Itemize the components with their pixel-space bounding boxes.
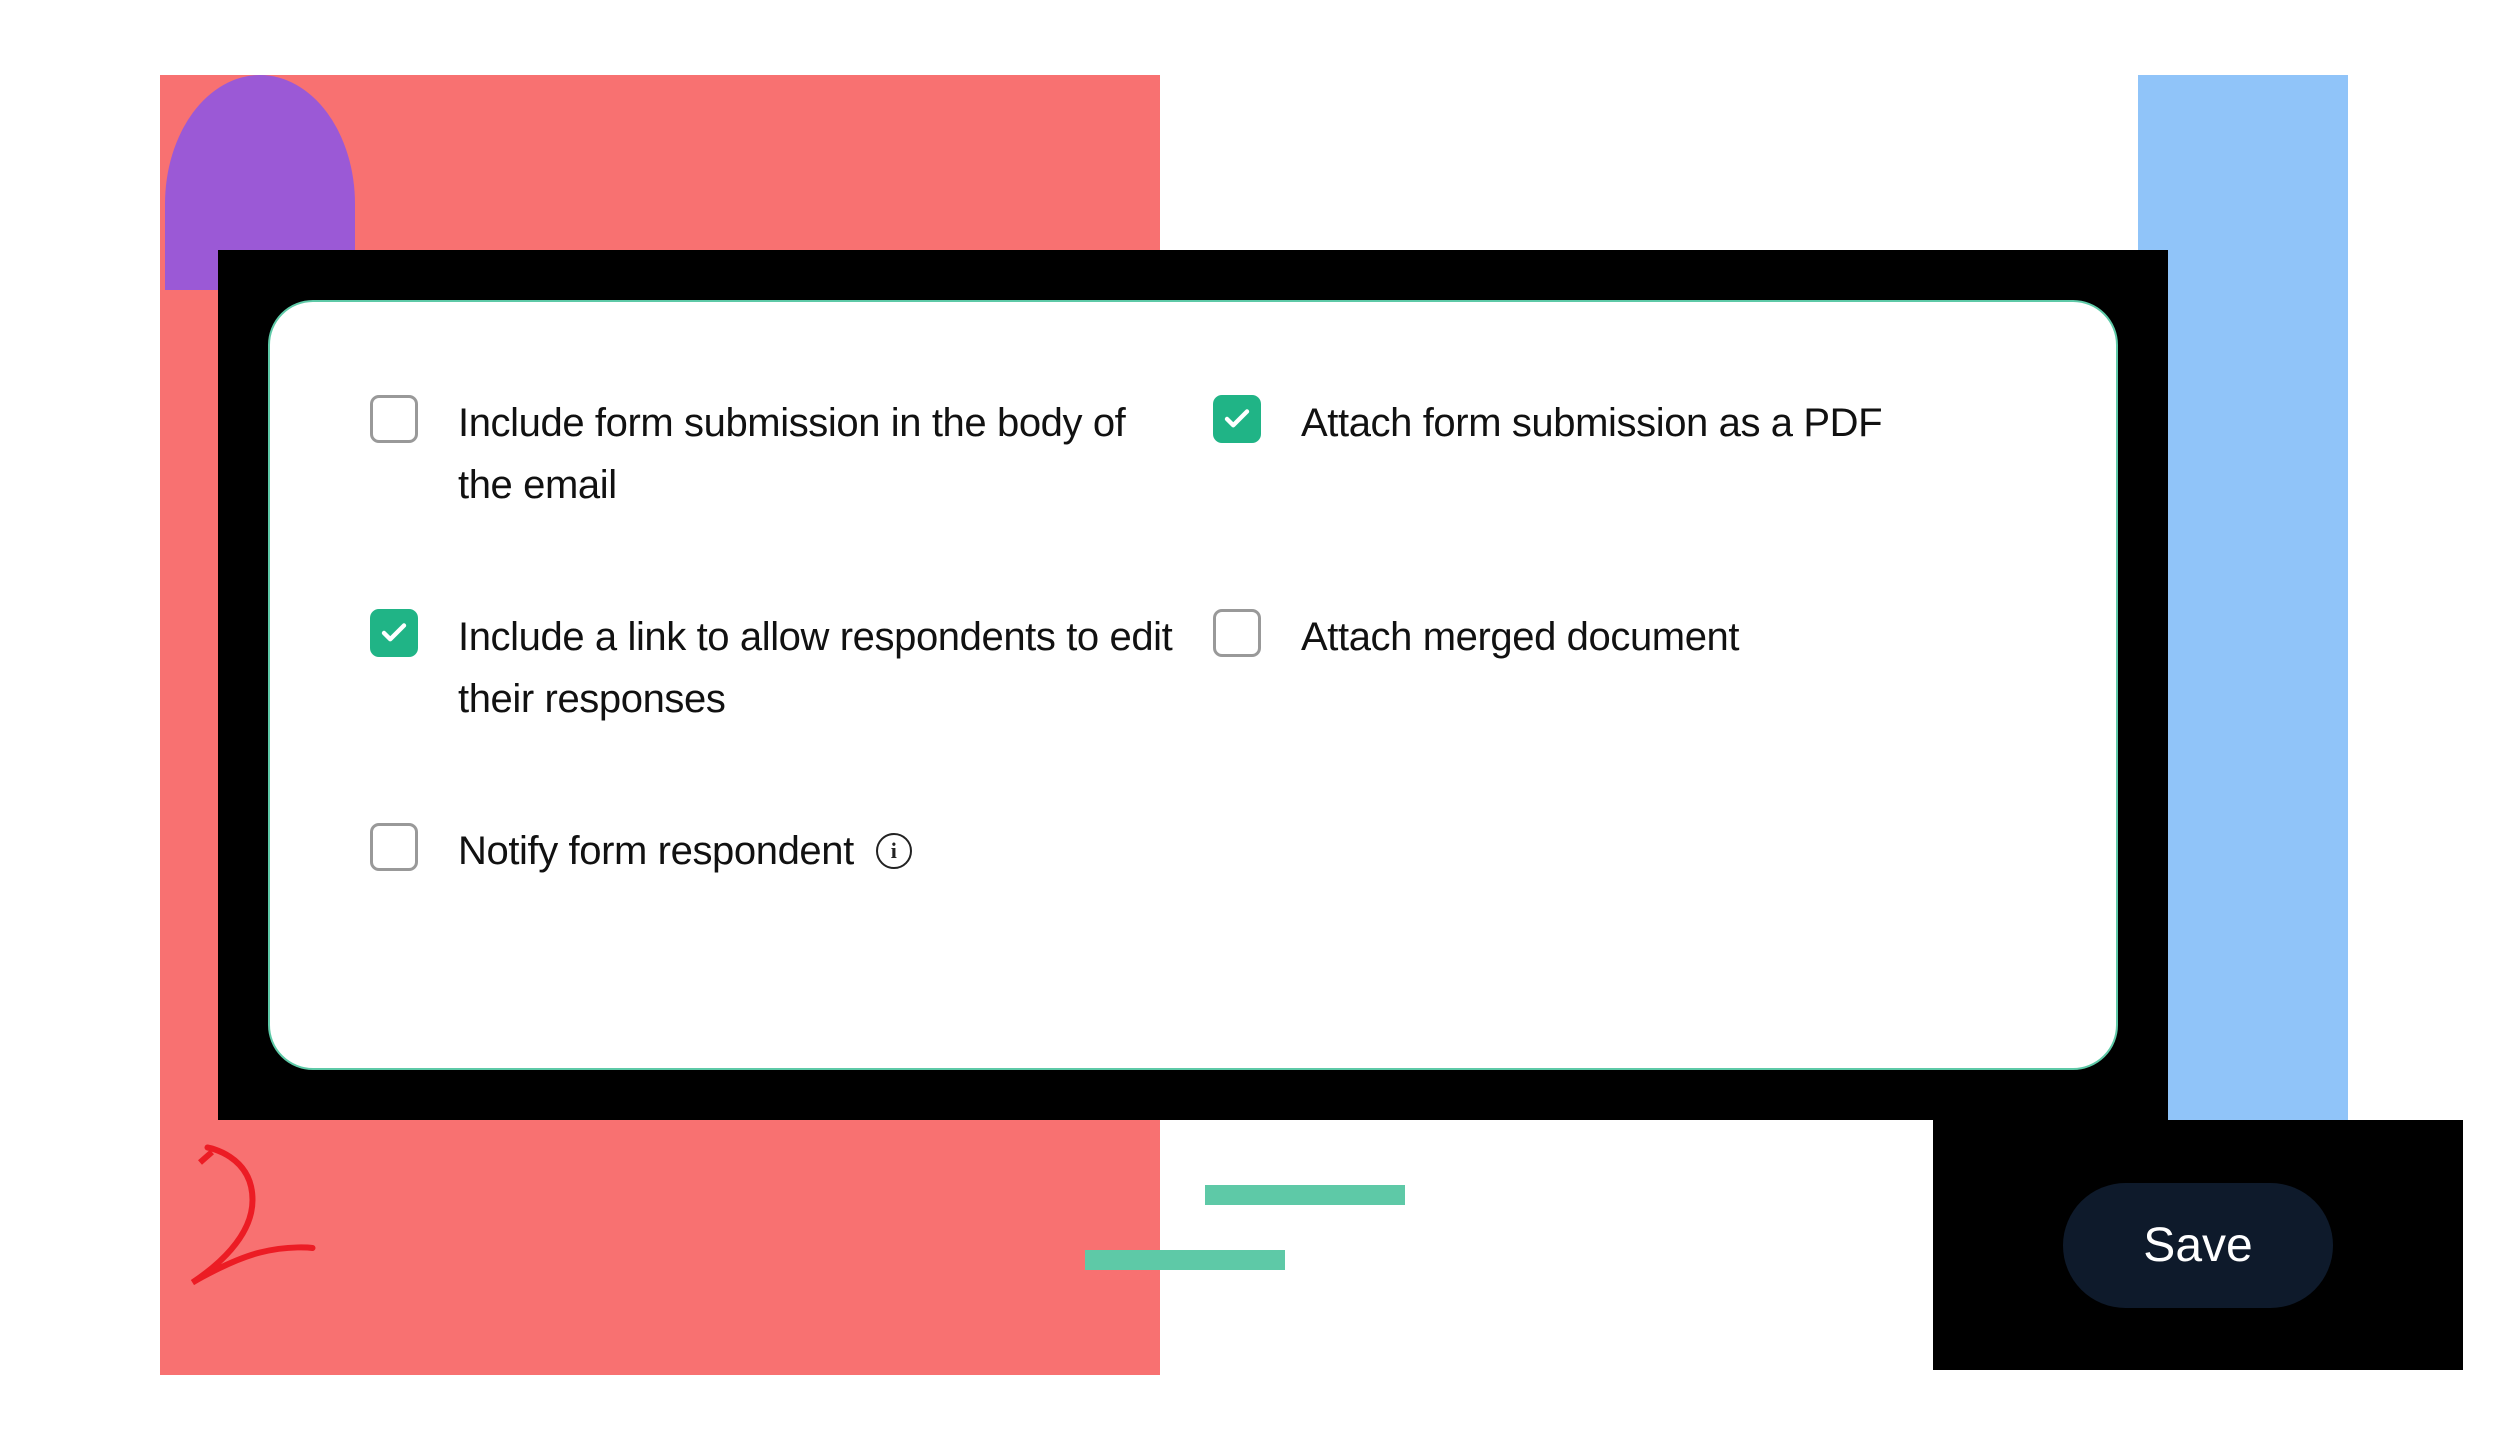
options-grid: Include form submission in the body of t… [370, 392, 2016, 882]
save-footer-frame: Save [1933, 1120, 2463, 1370]
settings-panel-frame: Include form submission in the body of t… [218, 250, 2168, 1120]
checkbox-notify-respondent[interactable] [370, 823, 418, 871]
label-include-edit-link: Include a link to allow respondents to e… [458, 606, 1173, 730]
decorative-teal-bar [1205, 1185, 1405, 1205]
decorative-blue-block [2138, 75, 2348, 1125]
label-wrap-notify: Notify form respondent i [458, 820, 912, 882]
check-icon [379, 618, 409, 648]
option-include-body: Include form submission in the body of t… [370, 392, 1173, 516]
option-attach-merged: Attach merged document [1213, 606, 2016, 730]
pdf-icon [170, 1140, 320, 1290]
option-notify-respondent: Notify form respondent i [370, 820, 1173, 882]
option-attach-pdf: Attach form submission as a PDF [1213, 392, 2016, 516]
info-icon[interactable]: i [876, 833, 912, 869]
label-notify-respondent: Notify form respondent [458, 820, 854, 882]
checkbox-include-edit-link[interactable] [370, 609, 418, 657]
label-attach-merged: Attach merged document [1301, 606, 1739, 668]
checkbox-attach-merged[interactable] [1213, 609, 1261, 657]
decorative-teal-bar [1085, 1250, 1285, 1270]
option-include-edit-link: Include a link to allow respondents to e… [370, 606, 1173, 730]
label-include-body: Include form submission in the body of t… [458, 392, 1173, 516]
save-button[interactable]: Save [2063, 1183, 2332, 1308]
settings-panel: Include form submission in the body of t… [268, 300, 2118, 1070]
checkbox-attach-pdf[interactable] [1213, 395, 1261, 443]
check-icon [1222, 404, 1252, 434]
empty-cell [1213, 820, 2016, 882]
label-attach-pdf: Attach form submission as a PDF [1301, 392, 1882, 454]
checkbox-include-body[interactable] [370, 395, 418, 443]
